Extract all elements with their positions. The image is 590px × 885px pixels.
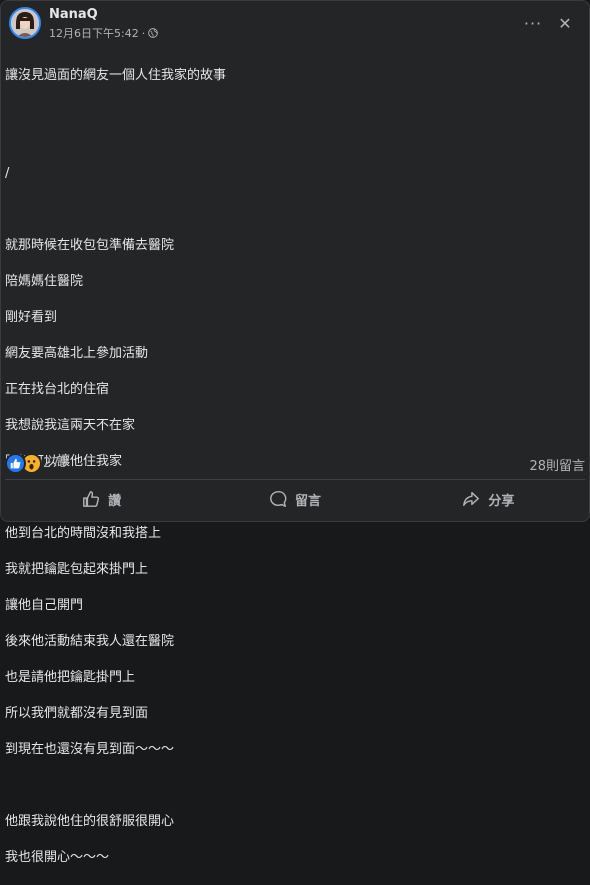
post-line: / [5,166,10,181]
reaction-count[interactable]: 275 [43,456,68,471]
comment-label: 留言 [294,493,321,509]
action-bar: 讚 留言 分享 [5,483,585,515]
thumbs-up-icon [83,491,100,507]
post-card: NanaQ 12月6日下午5:42 · ··· ✕ 讓沒見過面的網友一個人住我家… [0,0,590,865]
post-line: 網友要高雄北上參加活動 [5,346,149,361]
post-line: 後來他活動結束我人還在醫院 [5,634,175,649]
like-reaction-icon [5,453,26,474]
comment-icon [270,491,287,507]
post-line: 我就把鑰匙包起來掛門上 [5,562,149,577]
post-line: 所以我們就都沒有見到面 [5,706,149,721]
post-line: 讓沒見過面的網友一個人住我家的故事 [5,68,227,83]
post-line: 到現在也還沒有見到面～～～ [5,742,175,757]
avatar[interactable] [9,7,41,39]
share-button[interactable]: 分享 [392,483,585,515]
comment-button[interactable]: 留言 [198,483,391,515]
avatar-image [11,9,39,37]
share-icon [463,491,480,507]
more-options-button[interactable]: ··· [519,9,547,37]
like-label: 讚 [108,493,122,509]
author-name[interactable]: NanaQ [49,7,98,22]
post-line: 陪媽媽住醫院 [5,274,84,289]
close-button[interactable]: ✕ [551,9,579,37]
reaction-icons[interactable] [5,453,42,474]
like-button[interactable]: 讚 [5,483,198,515]
post-line: 他跟我說他住的很舒服很開心 [5,814,175,829]
post-line: 剛好看到 [5,310,58,325]
post-line: 就那時候在收包包準備去醫院 [5,238,175,253]
post-line: 他到台北的時間沒和我搭上 [5,526,162,541]
share-label: 分享 [488,493,515,509]
post-timestamp[interactable]: 12月6日下午5:42 [49,25,139,41]
post-line: 正在找台北的住宿 [5,382,110,397]
comment-count[interactable]: 28則留言 [529,455,585,474]
post-line: 我也很開心～～～ [5,850,110,865]
divider [5,479,585,480]
post-line: 也是請他把鑰匙掛門上 [5,670,136,685]
more-icon: ··· [523,13,543,33]
post-header: NanaQ 12月6日下午5:42 · ··· ✕ [1,1,589,45]
thumbs-up-icon [10,458,21,469]
post-line: 讓他自己開門 [5,598,84,613]
post-line: 我想說我這兩天不在家 [5,418,136,433]
meta-separator: · [141,26,146,40]
post-meta: 12月6日下午5:42 · [49,25,159,41]
close-icon: ✕ [558,13,572,33]
globe-icon [148,28,159,38]
post-stats: 275 28則留言 [5,453,585,474]
